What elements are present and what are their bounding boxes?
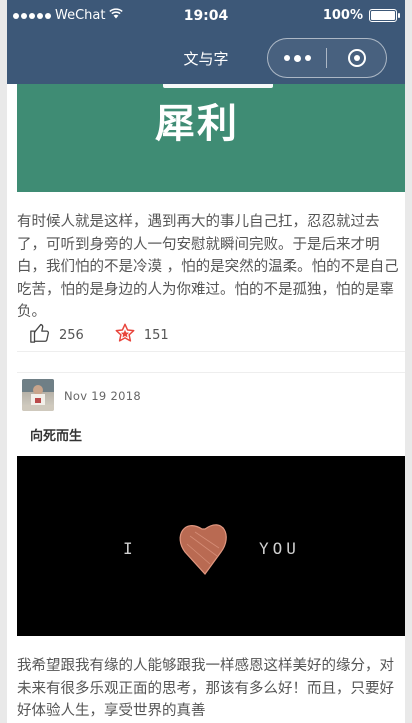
battery-percent: 100% [322, 8, 363, 23]
navigation-bar: WeChat 19:04 100% 文与字 [7, 0, 405, 84]
avatar[interactable] [22, 379, 54, 411]
image-text-fragment [163, 84, 273, 88]
status-bar: WeChat 19:04 100% [7, 8, 405, 28]
image-text-left: I [123, 539, 136, 558]
post-separator [7, 352, 405, 372]
post-date: Nov 19 2018 [64, 389, 141, 403]
post-body-text: 我希望跟我有缘的人能够跟我一样感恩这样美好的缘分，对未来有很多乐观正面的思考，那… [17, 658, 394, 720]
more-dots-icon [283, 55, 290, 61]
image-caption: 犀利 [155, 101, 239, 147]
phone-screen: 犀利 有时候人就是这样，遇到再大的事儿自己扛，忍忍就过去了，可听到身旁的人一句安… [7, 0, 405, 723]
favorite-count: 151 [143, 327, 169, 343]
post-title[interactable]: 向死而生 [30, 425, 82, 444]
post-body-text: 有时候人就是这样，遇到再大的事儿自己扛，忍忍就过去了，可听到身旁的人一句安慰就瞬… [17, 214, 399, 321]
divider [17, 372, 405, 373]
image-text-right: YOU [259, 539, 300, 558]
close-mini-program-button[interactable] [327, 39, 386, 77]
post-image[interactable]: 犀利 [17, 84, 405, 192]
close-circle-icon [347, 49, 366, 67]
battery-icon [369, 9, 400, 22]
more-options-button[interactable] [268, 39, 326, 77]
post-image[interactable]: I YOU [17, 456, 405, 636]
post-actions: 256 151 [29, 322, 169, 348]
star-icon[interactable] [114, 322, 136, 348]
like-count: 256 [59, 327, 84, 343]
mini-program-capsule [267, 38, 387, 78]
thumbs-up-icon[interactable] [29, 322, 51, 348]
